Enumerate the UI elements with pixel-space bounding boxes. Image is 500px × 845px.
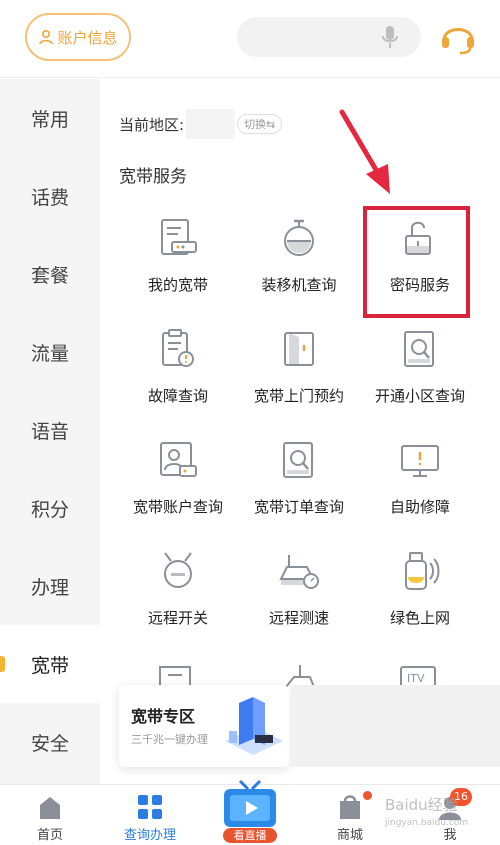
service-remote-switch[interactable]: 远程开关 xyxy=(118,537,238,647)
service-label: 开通小区查询 xyxy=(374,387,465,405)
search-input[interactable] xyxy=(237,17,421,57)
sidebar-item-security[interactable]: 安全 xyxy=(0,703,100,781)
nav-query-handle[interactable]: 查询办理 xyxy=(100,785,200,845)
area-search-icon xyxy=(404,331,434,367)
promo-subtitle: 三千兆一键办理 xyxy=(131,733,208,746)
mall-notification-dot xyxy=(363,791,372,800)
account-info-button[interactable]: 账户信息 xyxy=(25,13,131,61)
service-label: 远程测速 xyxy=(268,609,329,627)
shopping-bag-icon xyxy=(340,795,360,819)
broadband-zone-card[interactable]: 宽带专区 三千兆一键办理 xyxy=(119,685,289,767)
sidebar-item-phone-bill[interactable]: 话费 xyxy=(0,157,100,235)
service-home-visit-booking[interactable]: 宽带上门预约 xyxy=(239,315,359,425)
main-content: 当前地区: 切换⇆ 宽带服务 我的宽带 装移机查询 密码服务 故障查询 宽带上门… xyxy=(100,79,500,784)
nav-home[interactable]: 首页 xyxy=(0,785,100,845)
annotation-arrow xyxy=(339,109,390,194)
service-label: 装移机查询 xyxy=(261,276,337,294)
service-install-move-query[interactable]: 装移机查询 xyxy=(239,204,359,314)
broadband-doc-icon xyxy=(161,219,197,255)
door-booking-icon xyxy=(284,332,314,366)
sidebar-item-broadband[interactable]: 宽带 xyxy=(0,625,100,703)
sidebar-item-points[interactable]: 积分 xyxy=(0,469,100,547)
microphone-icon[interactable] xyxy=(381,25,399,49)
category-sidebar: 常用 话费 套餐 流量 语音 积分 办理 宽带 安全 xyxy=(0,79,100,784)
service-green-internet[interactable]: 绿色上网 xyxy=(360,537,480,647)
speed-router-icon xyxy=(279,555,319,589)
service-label: 宽带上门预约 xyxy=(253,387,344,405)
service-label: 宽带订单查询 xyxy=(253,498,344,516)
service-self-repair[interactable]: 自助修障 xyxy=(360,426,480,536)
fault-clipboard-icon xyxy=(162,329,194,367)
account-info-label: 账户信息 xyxy=(57,28,118,47)
account-card-icon xyxy=(160,442,197,477)
baidu-watermark-url: jingyan.baidu.com xyxy=(385,818,469,828)
sidebar-item-common[interactable]: 常用 xyxy=(0,79,100,157)
green-net-icon xyxy=(405,552,440,590)
service-broadband-account-query[interactable]: 宽带账户查询 xyxy=(118,426,238,536)
customer-service-headset-icon[interactable] xyxy=(439,18,477,56)
stopwatch-icon xyxy=(284,219,314,256)
service-label: 宽带账户查询 xyxy=(132,498,223,516)
nav-label: 商城 xyxy=(336,828,363,843)
sidebar-item-plan[interactable]: 套餐 xyxy=(0,235,100,313)
partial-iptv-icon: ITV xyxy=(400,666,436,687)
sidebar-item-voice[interactable]: 语音 xyxy=(0,391,100,469)
service-label: 自助修障 xyxy=(389,498,450,516)
top-bar: 账户信息 xyxy=(0,0,500,78)
partial-service-icon xyxy=(159,666,191,687)
service-area-query[interactable]: 开通小区查询 xyxy=(360,315,480,425)
service-remote-speedtest[interactable]: 远程测速 xyxy=(239,537,359,647)
partial-service-icon xyxy=(285,665,315,687)
section-title: 宽带服务 xyxy=(119,167,187,187)
building-illustration-icon xyxy=(225,697,283,755)
sidebar-item-handle[interactable]: 办理 xyxy=(0,547,100,625)
nav-live-label[interactable]: 看直播 xyxy=(223,828,277,843)
promo-banner-placeholder xyxy=(291,685,500,767)
order-search-icon xyxy=(283,442,313,478)
service-broadband-order-query[interactable]: 宽带订单查询 xyxy=(239,426,359,536)
service-label: 绿色上网 xyxy=(389,609,450,627)
region-row: 当前地区: 切换⇆ xyxy=(119,109,283,139)
region-value xyxy=(186,109,236,139)
switch-region-button[interactable]: 切换⇆ xyxy=(237,114,283,134)
home-icon xyxy=(40,797,60,819)
promo-title: 宽带专区 xyxy=(131,707,196,726)
baidu-watermark: Baidu经验 xyxy=(385,796,458,814)
sidebar-item-data[interactable]: 流量 xyxy=(0,313,100,391)
service-my-broadband[interactable]: 我的宽带 xyxy=(118,204,238,314)
annotation-highlight-box xyxy=(363,206,470,318)
svg-text:ITV: ITV xyxy=(407,672,425,685)
monitor-alert-icon xyxy=(401,445,439,477)
region-label: 当前地区: xyxy=(119,115,185,134)
nav-label: 查询办理 xyxy=(123,828,176,843)
remote-switch-icon xyxy=(164,552,192,588)
user-outline-icon xyxy=(39,29,54,45)
bottom-navigation: 首页 查询办理 看直播 商城 我 16 Baidu经验 jingyan.baid… xyxy=(0,779,500,845)
service-label: 故障查询 xyxy=(147,387,208,405)
service-fault-query[interactable]: 故障查询 xyxy=(118,315,238,425)
grid-icon xyxy=(138,795,162,819)
service-label: 远程开关 xyxy=(147,609,208,627)
nav-label: 首页 xyxy=(36,828,63,843)
service-label: 我的宽带 xyxy=(147,276,208,294)
